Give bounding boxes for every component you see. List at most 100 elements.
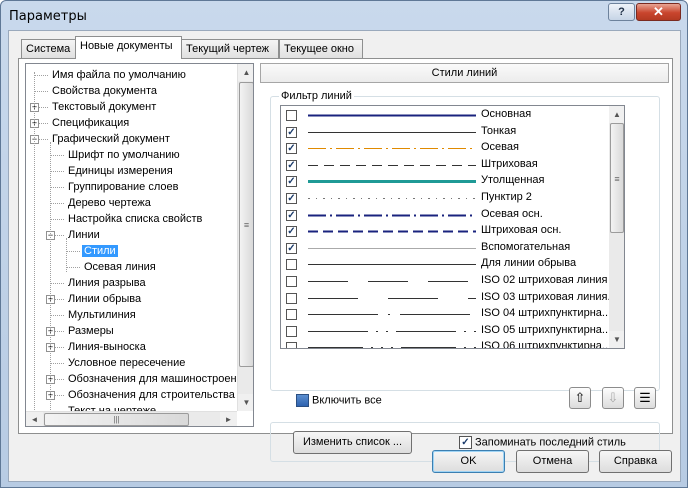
ok-button[interactable]: OK: [432, 450, 505, 473]
list-settings-button[interactable]: ☰: [634, 387, 656, 409]
tab-1[interactable]: Система: [21, 39, 76, 58]
line-style-preview: [308, 247, 476, 249]
tree-item[interactable]: Свойства документа: [50, 83, 159, 99]
settings-tree[interactable]: Имя файла по умолчанию Свойства документа…: [25, 63, 254, 427]
tree-vertical-scrollbar[interactable]: ▲ ≡ ▼: [237, 64, 253, 411]
tree-item[interactable]: Настройка списка свойств: [66, 211, 204, 227]
tab-4[interactable]: Текущее окно: [279, 39, 363, 58]
tree-item[interactable]: Спецификация: [50, 115, 131, 131]
tree-item[interactable]: Линии: [66, 227, 102, 243]
list-vertical-scrollbar[interactable]: ▲ ≡ ▼: [609, 106, 624, 348]
line-filter-title: Фильтр линий: [279, 90, 354, 102]
close-button[interactable]: ✕: [636, 3, 681, 21]
help-question-button[interactable]: ?: [608, 3, 635, 21]
tree-connector: [50, 283, 64, 284]
tree-item[interactable]: Единицы измерения: [66, 163, 175, 179]
tab-2[interactable]: Новые документы: [75, 36, 182, 59]
line-style-row[interactable]: ISO 02 штриховая линия: [281, 273, 613, 290]
line-style-checkbox[interactable]: ✓: [286, 126, 297, 138]
check-all-box[interactable]: [296, 394, 309, 407]
line-style-checkbox[interactable]: [286, 325, 297, 337]
remember-checkbox-box[interactable]: ✓: [459, 436, 472, 449]
scroll-down-arrow-icon[interactable]: ▼: [238, 394, 253, 411]
line-style-checkbox[interactable]: [286, 110, 297, 121]
tree-item-label: Шрифт по умолчанию: [68, 149, 180, 161]
arrow-down-icon: ⇩: [607, 390, 619, 405]
tree-item[interactable]: Обозначения для машиностроения: [66, 371, 251, 387]
line-style-checkbox[interactable]: [286, 309, 297, 321]
remember-last-style-checkbox[interactable]: ✓ Запоминать последний стиль: [459, 436, 626, 449]
help-button[interactable]: Справка: [599, 450, 672, 473]
line-style-checkbox[interactable]: ✓: [286, 209, 297, 221]
tree-item-label: Линия-выноска: [68, 341, 146, 353]
line-style-row[interactable]: ✓ Вспомогательная: [281, 240, 613, 257]
line-style-checkbox[interactable]: [286, 276, 297, 287]
line-styles-list[interactable]: Основная ✓ Тонкая ✓ Осевая ✓ Штриховая ✓ Утолщен…: [280, 105, 625, 349]
line-style-row[interactable]: ✓ Штриховая: [281, 157, 613, 174]
line-style-row[interactable]: ✓ Пунктир 2: [281, 190, 613, 207]
tree-item-label: Мультилиния: [68, 309, 136, 321]
line-style-name: Штриховая: [481, 157, 538, 170]
move-up-button[interactable]: ⇧: [569, 387, 591, 409]
check-all-checkbox[interactable]: Включить все: [296, 394, 382, 407]
tree-connector: [50, 315, 64, 316]
tree-item[interactable]: Обозначения для строительства: [66, 387, 237, 403]
tree-item[interactable]: Линии обрыва: [66, 291, 143, 307]
line-style-checkbox[interactable]: ✓: [286, 176, 297, 188]
tree-item[interactable]: Стили: [82, 243, 118, 259]
list-scroll-down-icon[interactable]: ▼: [609, 331, 624, 348]
move-down-button[interactable]: ⇩: [602, 387, 624, 409]
cancel-button[interactable]: Отмена: [516, 450, 589, 473]
line-style-row[interactable]: ✓ Тонкая: [281, 124, 613, 141]
line-style-preview: [308, 198, 476, 199]
list-scroll-thumb[interactable]: ≡: [610, 123, 624, 233]
line-style-checkbox[interactable]: ✓: [286, 226, 297, 238]
line-style-row[interactable]: ISO 05 штрихпунктирна...: [281, 323, 613, 340]
line-style-name: ISO 05 штрихпунктирна...: [481, 323, 612, 336]
line-style-row[interactable]: Для линии обрыва: [281, 256, 613, 273]
tree-hscroll-thumb[interactable]: |||: [44, 413, 189, 426]
line-style-row[interactable]: ISO 04 штрихпунктирна...: [281, 306, 613, 323]
scroll-left-arrow-icon[interactable]: ◄: [26, 412, 43, 426]
tree-item-label: Обозначения для машиностроения: [68, 373, 249, 385]
line-style-row[interactable]: ✓ Осевая осн.: [281, 207, 613, 224]
tree-vertical-guide: [66, 238, 67, 272]
line-style-row[interactable]: ✓ Осевая: [281, 140, 613, 157]
tree-item[interactable]: Текстовый документ: [50, 99, 158, 115]
tree-item[interactable]: Группирование слоев: [66, 179, 180, 195]
line-style-checkbox[interactable]: [286, 292, 297, 304]
tree-horizontal-scrollbar[interactable]: ◄ ||| ►: [26, 411, 237, 426]
line-style-checkbox[interactable]: ✓: [286, 143, 297, 155]
tree-item[interactable]: Условное пересечение: [66, 355, 187, 371]
tree-item-label: Спецификация: [52, 117, 130, 129]
tree-item[interactable]: Имя файла по умолчанию: [50, 67, 188, 83]
scroll-up-arrow-icon[interactable]: ▲: [238, 64, 253, 81]
tree-item[interactable]: Дерево чертежа: [66, 195, 153, 211]
tree-item[interactable]: Осевая линия: [82, 259, 158, 275]
line-style-row[interactable]: ✓ Утолщенная: [281, 173, 613, 190]
tree-item[interactable]: Мультилиния: [66, 307, 138, 323]
tree-item[interactable]: Размеры: [66, 323, 116, 339]
scroll-right-arrow-icon[interactable]: ►: [220, 412, 237, 426]
line-style-checkbox[interactable]: [286, 342, 297, 348]
line-style-checkbox[interactable]: ✓: [286, 242, 297, 254]
tree-connector: [50, 363, 64, 364]
line-style-preview: [308, 314, 476, 316]
tree-item[interactable]: Шрифт по умолчанию: [66, 147, 182, 163]
tree-item[interactable]: Графический документ: [50, 131, 172, 147]
line-style-row[interactable]: ISO 06 штрихпунктирна...: [281, 339, 613, 348]
edit-list-button[interactable]: Изменить список ...: [293, 431, 412, 454]
window-title: Параметры: [9, 9, 87, 24]
tree-item[interactable]: Линия разрыва: [66, 275, 148, 291]
line-style-row[interactable]: ✓ Штриховая осн.: [281, 223, 613, 240]
tab-3[interactable]: Текущий чертеж: [181, 39, 279, 58]
line-style-checkbox[interactable]: [286, 259, 297, 271]
tree-scroll-thumb[interactable]: ≡: [239, 82, 253, 367]
list-scroll-up-icon[interactable]: ▲: [609, 106, 624, 123]
tree-item[interactable]: Линия-выноска: [66, 339, 148, 355]
line-style-checkbox[interactable]: ✓: [286, 159, 297, 171]
line-style-row[interactable]: Основная: [281, 107, 613, 124]
tree-item-label: Графический документ: [52, 133, 170, 145]
line-style-checkbox[interactable]: ✓: [286, 193, 297, 204]
line-style-row[interactable]: ISO 03 штриховая линия...: [281, 290, 613, 307]
